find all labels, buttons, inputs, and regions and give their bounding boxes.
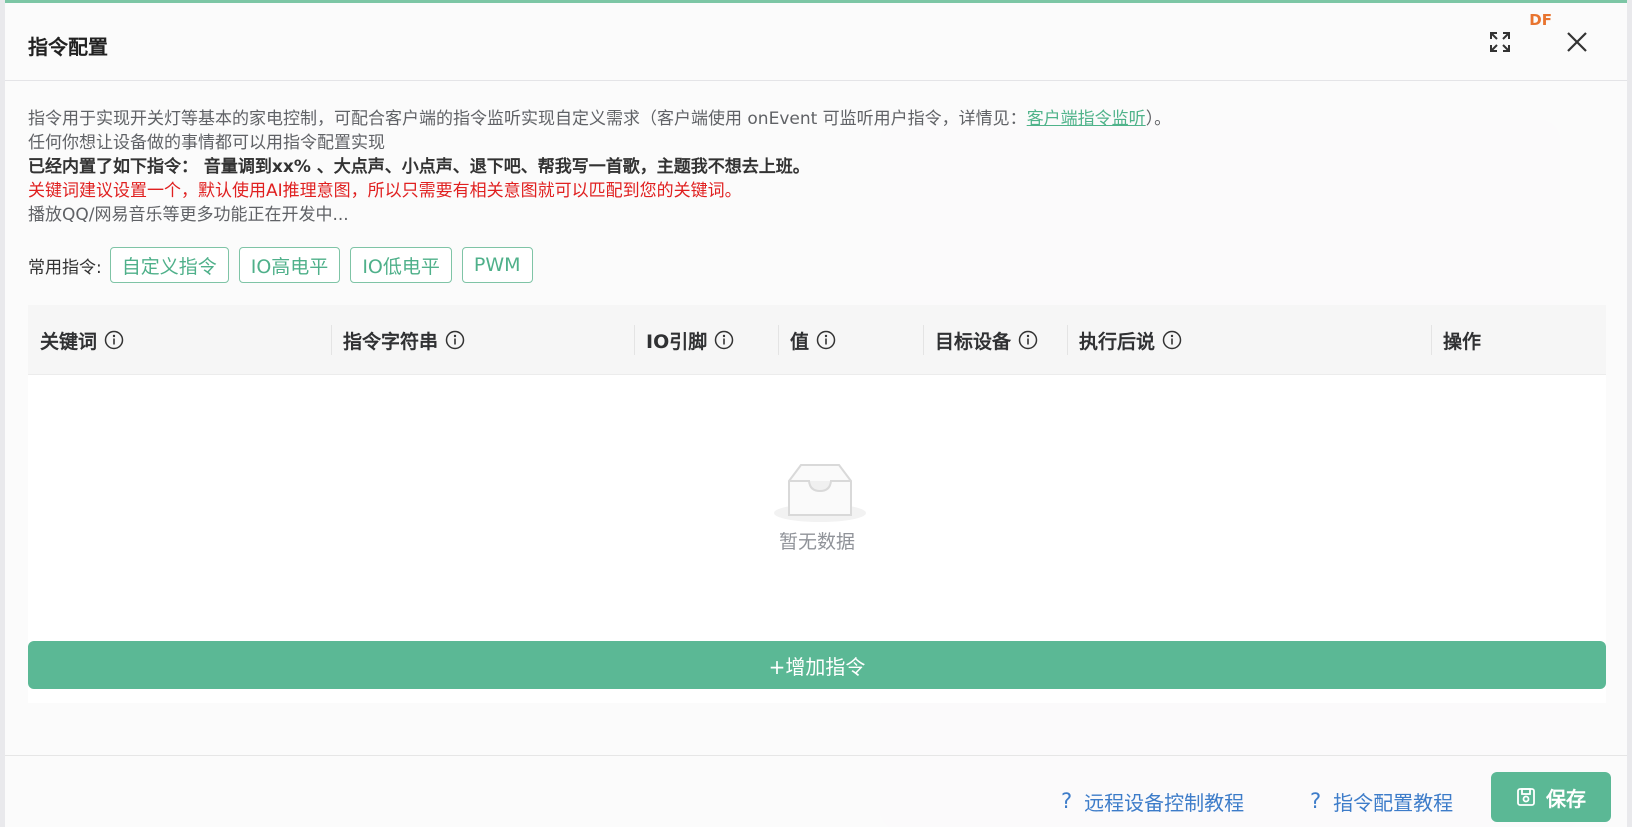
save-label: 保存 (1546, 786, 1586, 811)
brand-logo: DF (1529, 11, 1552, 29)
column-header-label: 目标设备 (935, 330, 1012, 353)
command-config-tutorial-link[interactable]: ? 指令配置教程 (1310, 786, 1453, 816)
close-icon (1567, 32, 1587, 52)
description-line: 指令用于实现开关灯等基本的家电控制，可配合客户端的指令监听实现自定义需求（客户端… (28, 107, 1171, 131)
empty-state: 暂无数据 (28, 375, 1606, 625)
column-header-value: 值 (778, 305, 836, 375)
empty-inbox-icon (774, 464, 866, 522)
link-label: 远程设备控制教程 (1084, 790, 1245, 815)
fullscreen-icon (1490, 32, 1510, 52)
common-commands-label: 常用指令: (28, 257, 102, 278)
column-header-label: 值 (790, 330, 810, 353)
common-commands: 常用指令: 自定义指令 IO高电平 IO低电平 PWM (28, 247, 543, 283)
column-header-say-after: 执行后说 (1067, 305, 1182, 375)
client-listen-link[interactable]: 客户端指令监听 (1027, 109, 1146, 129)
description-line: 任何你想让设备做的事情都可以用指令配置实现 (28, 133, 385, 153)
pwm-button[interactable]: PWM (461, 247, 533, 283)
description-text: 指令用于实现开关灯等基本的家电控制，可配合客户端的指令监听实现自定义需求（客户端… (28, 109, 1027, 129)
column-header-label: 关键词 (40, 330, 98, 353)
table-header: 关键词 指令字符串 IO引脚 值 目标设备 执行后说 操作 (28, 305, 1606, 375)
remote-control-tutorial-link[interactable]: ? 远程设备控制教程 (1061, 786, 1244, 816)
add-command-button[interactable]: +增加指令 (28, 641, 1606, 689)
column-header-label: 操作 (1443, 330, 1482, 353)
column-header-label: IO引脚 (646, 330, 708, 353)
io-high-button[interactable]: IO高电平 (238, 247, 341, 283)
fullscreen-button[interactable] (1485, 27, 1515, 57)
commands-table: 关键词 指令字符串 IO引脚 值 目标设备 执行后说 操作 暂无数据 +增加指令 (28, 305, 1606, 703)
column-header-command-string: 指令字符串 (331, 305, 465, 375)
help-icon: ? (1061, 789, 1073, 813)
info-icon[interactable] (714, 330, 734, 350)
close-button[interactable] (1562, 27, 1592, 57)
info-icon[interactable] (1018, 330, 1038, 350)
custom-command-button[interactable]: 自定义指令 (109, 247, 229, 283)
info-icon[interactable] (1162, 330, 1182, 350)
column-header-io-pin: IO引脚 (634, 305, 734, 375)
help-icon: ? (1310, 789, 1322, 813)
command-config-dialog: 指令配置 DF 指令用于实现开关灯等基本的家电控制，可配合客户端的指令监听实现自… (5, 0, 1627, 827)
keyword-warning: 关键词建议设置一个，默认使用AI推理意图，所以只需要有相关意图就可以匹配到您的关… (28, 181, 742, 201)
description-line: 播放QQ/网易音乐等更多功能正在开发中... (28, 205, 349, 225)
column-header-actions: 操作 (1431, 305, 1481, 375)
link-label: 指令配置教程 (1333, 790, 1454, 815)
dialog-footer: ? 远程设备控制教程 ? 指令配置教程 保存 (5, 755, 1627, 827)
info-icon[interactable] (445, 330, 465, 350)
builtin-commands-note: 已经内置了如下指令： 音量调到xx% 、大点声、小点声、退下吧、帮我写一首歌，主… (28, 157, 810, 177)
dialog-header: 指令配置 DF (5, 3, 1627, 81)
description-text: ）。 (1145, 109, 1172, 129)
save-button[interactable]: 保存 (1491, 772, 1611, 822)
column-header-keyword: 关键词 (40, 305, 124, 375)
column-header-target-device: 目标设备 (923, 305, 1038, 375)
save-icon (1517, 788, 1535, 806)
column-header-label: 执行后说 (1079, 330, 1156, 353)
dialog-title: 指令配置 (28, 35, 108, 59)
info-icon[interactable] (816, 330, 836, 350)
empty-text: 暂无数据 (778, 531, 855, 553)
info-icon[interactable] (104, 330, 124, 350)
description: 指令用于实现开关灯等基本的家电控制，可配合客户端的指令监听实现自定义需求（客户端… (28, 107, 1171, 227)
io-low-button[interactable]: IO低电平 (350, 247, 452, 283)
column-header-label: 指令字符串 (343, 330, 439, 353)
